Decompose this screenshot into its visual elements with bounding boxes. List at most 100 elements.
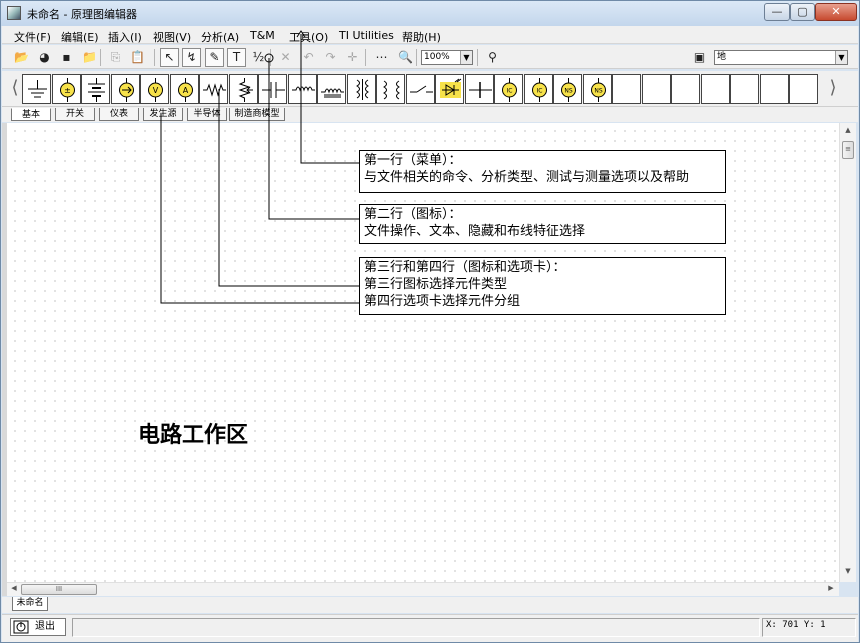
pen-icon[interactable]: ✎ — [205, 48, 224, 67]
potentiometer-icon[interactable] — [228, 74, 258, 104]
subcircuit-select[interactable]: 地 ▼ — [714, 50, 848, 65]
ammeter-icon[interactable]: A — [169, 74, 199, 104]
hide-icon[interactable]: ½ — [249, 48, 268, 67]
svg-text:A: A — [182, 86, 188, 95]
scroll-down-icon[interactable]: ▼ — [840, 567, 856, 579]
palette-empty-slot[interactable] — [700, 74, 730, 104]
workspace-label: 电路工作区 — [138, 422, 249, 448]
redo-icon[interactable]: ↷ — [321, 48, 340, 67]
toolbar-separator — [100, 49, 101, 66]
resistor-icon[interactable] — [199, 74, 228, 104]
transformer-2-icon[interactable] — [376, 74, 405, 104]
tab-0[interactable]: 基本 — [11, 108, 51, 121]
title-bar: 未命名 - 原理图编辑器 — ▢ ✕ — [1, 1, 859, 26]
rotate-icon[interactable]: ✛ — [343, 48, 362, 67]
callout-row34-line2: 第三行图标选择元件类型 — [364, 277, 508, 292]
probe-icon[interactable]: ⚲ — [483, 48, 502, 67]
menu-view[interactable]: 视图(V) — [153, 29, 191, 45]
undo-icon[interactable]: ↶ — [299, 48, 318, 67]
palette-empty-slot[interactable] — [641, 74, 671, 104]
open-icon[interactable]: 📂 — [12, 48, 31, 67]
palette-empty-slot[interactable] — [612, 74, 641, 104]
palette-right-icon[interactable]: ⟩ — [828, 75, 838, 103]
ic-yellow-icon[interactable]: IC — [494, 74, 523, 104]
app-window: 未命名 - 原理图编辑器 — ▢ ✕ 文件(F) 编辑(E) 插入(I) 视图(… — [0, 0, 860, 643]
switch-icon[interactable] — [405, 74, 435, 104]
scroll-right-icon[interactable]: ▶ — [825, 584, 837, 596]
ground-icon[interactable] — [22, 74, 51, 104]
horizontal-scrollbar[interactable]: ◀ III ▶ — [7, 582, 839, 596]
svg-text:V: V — [153, 86, 159, 95]
tab-4[interactable]: 半导体 — [187, 108, 227, 121]
vertical-scrollbar[interactable]: ▲ ≡ ▼ — [839, 123, 856, 582]
exit-button[interactable]: 退出 — [10, 618, 66, 636]
vertical-scroll-thumb[interactable]: ≡ — [842, 141, 854, 159]
inductor-icon[interactable] — [287, 74, 317, 104]
save-icon[interactable]: ▪ — [57, 48, 76, 67]
callout-row1-line1: 第一行（菜单）： — [364, 153, 462, 168]
copy-icon[interactable]: ⎘ — [106, 48, 125, 67]
current-source-icon[interactable] — [110, 74, 140, 104]
menu-edit[interactable]: 编辑(E) — [61, 29, 99, 45]
menu-tools[interactable]: 工具(O) — [289, 29, 328, 45]
zoom-select[interactable]: 100% ▼ — [421, 50, 473, 65]
palette-empty-slot[interactable] — [730, 74, 759, 104]
paste-icon[interactable]: 📋 — [128, 48, 147, 67]
status-message-panel — [72, 618, 760, 637]
tab-2[interactable]: 仪表 — [99, 108, 139, 121]
svg-text:IC: IC — [507, 88, 513, 95]
tab-3[interactable]: 发生源 — [143, 108, 183, 121]
tab-1[interactable]: 开关 — [55, 108, 95, 121]
grid-icon[interactable]: ⋯ — [372, 48, 391, 67]
palette-empty-slot[interactable] — [789, 74, 818, 104]
window-title: 未命名 - 原理图编辑器 — [27, 8, 137, 21]
main-toolbar: 100% ▼ 地 ▼ 📂 ◕ ▪ 📁 ⎘ 📋 ↖ ↯ ✎ T ½ ✕ ↶ ↷ ✛ ⋯ 🔍 ⚲ ▣ — [2, 45, 858, 69]
tab-5[interactable]: 制造商模型 — [229, 108, 285, 121]
document-tab[interactable]: 未命名 — [12, 597, 48, 611]
text-icon[interactable]: T — [227, 48, 246, 67]
svg-text:IC: IC — [536, 88, 542, 95]
wire-arrow-icon[interactable]: ↯ — [182, 48, 201, 67]
minimize-button[interactable]: — — [764, 3, 790, 21]
voltage-source-icon[interactable]: ± — [51, 74, 81, 104]
ic-probe-icon[interactable]: IC — [523, 74, 553, 104]
scroll-up-icon[interactable]: ▲ — [840, 126, 856, 138]
menu-help[interactable]: 帮助(H) — [402, 29, 441, 45]
svg-text:NS: NS — [594, 88, 602, 95]
callout-row34: 第三行和第四行（图标和选项卡）： 第三行图标选择元件类型 第四行选项卡选择元件分… — [359, 257, 726, 315]
menu-file[interactable]: 文件(F) — [14, 29, 51, 45]
scroll-left-icon[interactable]: ◀ — [8, 584, 20, 596]
maximize-button[interactable]: ▢ — [790, 3, 815, 21]
ns-icon[interactable]: NS — [553, 74, 582, 104]
select-arrow-icon[interactable]: ↖ — [160, 48, 179, 67]
transformer-icon[interactable] — [346, 74, 376, 104]
palette-left-icon[interactable]: ⟨ — [10, 75, 20, 103]
ns-probe-icon[interactable]: NS — [582, 74, 612, 104]
globe-icon[interactable]: ◕ — [35, 48, 54, 67]
diode-icon[interactable] — [464, 74, 494, 104]
app-icon — [7, 6, 21, 20]
close-button[interactable]: ✕ — [815, 3, 857, 21]
menu-tm[interactable]: T&M — [250, 29, 275, 42]
capacitor-icon[interactable] — [258, 74, 287, 104]
chevron-down-icon[interactable]: ▼ — [835, 51, 847, 64]
subcircuit-icon[interactable]: ▣ — [690, 48, 709, 67]
voltmeter-icon[interactable]: V — [140, 74, 169, 104]
menu-analysis[interactable]: 分析(A) — [201, 29, 239, 45]
menu-ti-utilities[interactable]: TI Utilities — [339, 29, 394, 42]
subcircuit-value: 地 — [717, 52, 727, 62]
palette-empty-slot[interactable] — [671, 74, 700, 104]
folder-icon[interactable]: 📁 — [80, 48, 99, 67]
menu-insert[interactable]: 插入(I) — [108, 29, 142, 45]
callout-row34-line1: 第三行和第四行（图标和选项卡）： — [364, 260, 566, 275]
palette-empty-slot[interactable] — [759, 74, 789, 104]
battery-icon[interactable] — [81, 74, 110, 104]
inductor-core-icon[interactable] — [317, 74, 346, 104]
menu-bar: 文件(F) 编辑(E) 插入(I) 视图(V) 分析(A) T&M 工具(O) … — [2, 26, 858, 44]
delete-icon[interactable]: ✕ — [276, 48, 295, 67]
horizontal-scroll-thumb[interactable]: III — [21, 584, 97, 595]
zoom-icon[interactable]: 🔍 — [396, 48, 415, 67]
led-icon[interactable] — [435, 74, 464, 104]
toolbar-separator — [154, 49, 155, 66]
chevron-down-icon[interactable]: ▼ — [460, 51, 472, 64]
